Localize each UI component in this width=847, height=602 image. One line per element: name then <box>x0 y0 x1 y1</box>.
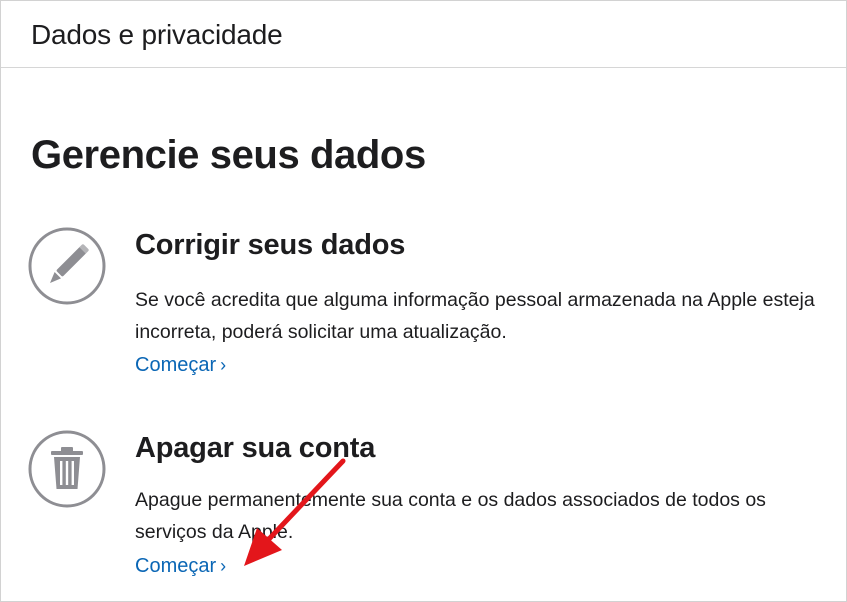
start-link-label: Começar <box>135 555 217 577</box>
header-title: Dados e privacidade <box>31 19 283 50</box>
section-title-delete: Apagar sua conta <box>135 432 376 464</box>
trash-icon <box>27 429 107 509</box>
section-description-delete: Apague permanentemente sua conta e os da… <box>135 489 766 543</box>
top-header: Dados e privacidade <box>1 1 846 68</box>
start-link-delete[interactable]: Começar › <box>135 553 226 579</box>
start-link-label: Começar <box>135 354 217 376</box>
pencil-icon <box>27 226 107 306</box>
section-description-correct: Se você acredita que alguma informação p… <box>135 289 815 343</box>
page-title: Gerencie seus dados <box>31 133 426 177</box>
start-link-correct[interactable]: Começar › <box>135 352 226 378</box>
chevron-right-icon: › <box>220 556 227 576</box>
page-frame: Dados e privacidade Gerencie seus dados … <box>0 0 847 602</box>
chevron-right-icon: › <box>220 355 227 375</box>
section-title-correct: Corrigir seus dados <box>135 229 406 261</box>
